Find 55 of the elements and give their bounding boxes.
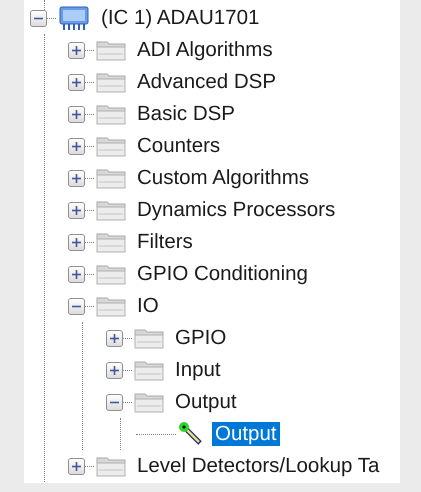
expand-toggle[interactable] (106, 362, 123, 378)
tree-item[interactable]: GPIO (172, 326, 230, 350)
plus-icon (110, 334, 119, 342)
folder-icon (96, 103, 126, 125)
folder-icon (134, 359, 164, 381)
tree-item[interactable]: Basic DSP (134, 102, 238, 126)
expand-toggle[interactable] (68, 170, 85, 186)
plus-icon (72, 142, 81, 150)
folder-icon (96, 231, 126, 253)
collapse-toggle[interactable] (68, 298, 85, 314)
tree-item[interactable]: Counters (134, 134, 224, 158)
folder-icon (96, 71, 126, 93)
expand-toggle[interactable] (68, 42, 85, 58)
expand-toggle[interactable] (68, 202, 85, 218)
expand-toggle[interactable] (68, 458, 85, 474)
expand-toggle[interactable] (106, 330, 123, 346)
chip-icon (58, 5, 90, 31)
folder-icon (96, 167, 126, 189)
tree-item[interactable]: Output (172, 390, 240, 414)
plus-icon (72, 174, 81, 182)
expand-toggle[interactable] (68, 234, 85, 250)
folder-icon (96, 135, 126, 157)
expand-toggle[interactable] (68, 138, 85, 154)
plus-icon (110, 366, 119, 374)
expand-toggle[interactable] (68, 266, 85, 282)
plus-icon (72, 46, 81, 54)
expand-toggle[interactable] (68, 106, 85, 122)
tree-item[interactable]: Custom Algorithms (134, 166, 312, 190)
tree-item[interactable]: Output (212, 422, 280, 446)
tree-item[interactable]: Advanced DSP (134, 70, 280, 94)
tree-item[interactable]: IO (134, 294, 162, 318)
folder-icon (96, 39, 126, 61)
collapse-toggle[interactable] (106, 394, 123, 410)
tree-item[interactable]: Dynamics Processors (134, 198, 338, 222)
plus-icon (72, 110, 81, 118)
tree-item[interactable]: GPIO Conditioning (134, 262, 311, 286)
tree-item[interactable]: (IC 1) ADAU1701 (98, 6, 262, 30)
tree-item[interactable]: Input (172, 358, 224, 382)
folder-icon (134, 327, 164, 349)
collapse-toggle[interactable] (30, 10, 47, 26)
folder-icon (96, 199, 126, 221)
folder-icon (96, 455, 126, 477)
tree-item[interactable]: ADI Algorithms (134, 38, 276, 62)
plus-icon (72, 462, 81, 470)
folder-icon (134, 391, 164, 413)
pencil-icon (178, 421, 204, 447)
folder-icon (96, 295, 126, 317)
plus-icon (72, 270, 81, 278)
plus-icon (72, 206, 81, 214)
plus-icon (72, 78, 81, 86)
tree-item[interactable]: Level Detectors/Lookup Ta (134, 454, 382, 478)
expand-toggle[interactable] (68, 74, 85, 90)
plus-icon (72, 238, 81, 246)
tree-item[interactable]: Filters (134, 230, 196, 254)
folder-icon (96, 263, 126, 285)
